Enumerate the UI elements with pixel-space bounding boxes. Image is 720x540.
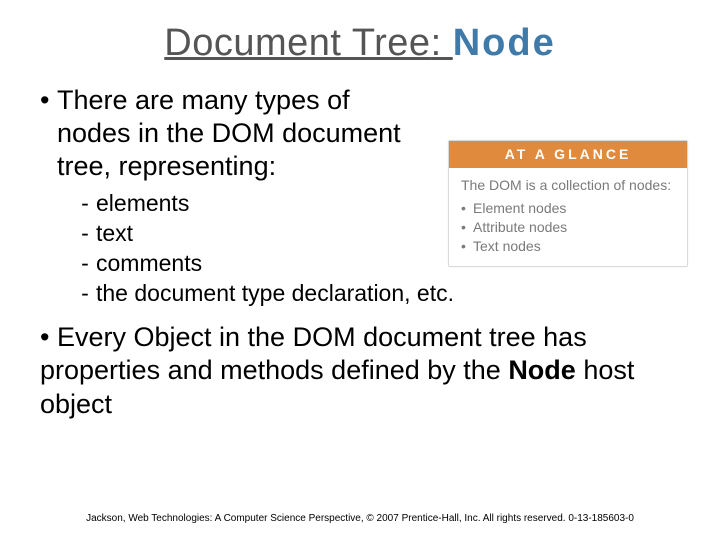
bullet-primary-text: There are many types of nodes in the DOM… — [57, 84, 417, 183]
list-item: -the document type declaration, etc. — [74, 279, 692, 307]
title-right: Node — [453, 22, 556, 64]
list-item: -text — [74, 219, 692, 247]
bullet-primary: • Every Object in the DOM document tree … — [40, 321, 692, 422]
list-item-text: elements — [96, 190, 189, 216]
bullet-icon: • — [40, 322, 49, 352]
slide-footer: Jackson, Web Technologies: A Computer Sc… — [0, 513, 720, 524]
bullet-primary: • There are many types of nodes in the D… — [40, 84, 692, 183]
list-item-text: the document type declaration, etc. — [96, 280, 454, 306]
dash-icon: - — [74, 219, 96, 247]
list-item: -comments — [74, 249, 692, 277]
dash-list: -elements -text -comments -the document … — [74, 189, 692, 307]
dash-icon: - — [74, 189, 96, 217]
bullet-text-pre: Every Object in the DOM document tree ha… — [40, 322, 587, 386]
list-item: -elements — [74, 189, 692, 217]
bullet-text-bold: Node — [508, 355, 576, 385]
dash-icon: - — [74, 279, 96, 307]
title-separator: : — [431, 22, 453, 64]
title-left: Document Tree — [164, 22, 430, 64]
list-item-text: text — [96, 220, 133, 246]
bullet-icon: • — [40, 85, 49, 115]
dash-icon: - — [74, 249, 96, 277]
slide-content: • There are many types of nodes in the D… — [0, 66, 720, 422]
slide: Document Tree: Node AT A GLANCE The DOM … — [0, 0, 720, 540]
slide-title: Document Tree: Node — [0, 0, 720, 66]
list-item-text: comments — [96, 250, 202, 276]
